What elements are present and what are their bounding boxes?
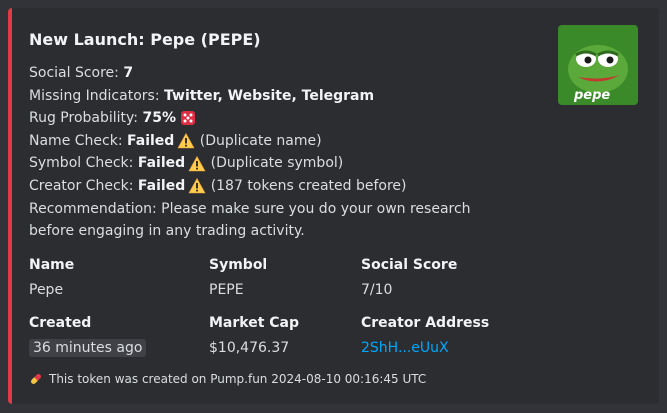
symbol-check-value: Failed — [137, 155, 186, 172]
field-creator-address-label: Creator Address — [361, 315, 490, 331]
missing-indicators-label: Missing Indicators: — [29, 87, 160, 104]
symbol-check-label: Symbol Check: — [29, 155, 134, 172]
field-social-score-value: 7/10 — [361, 282, 393, 298]
missing-indicators-line: Missing Indicators: Twitter, Website, Te… — [29, 85, 471, 108]
missing-indicators-value: Twitter, Website, Telegram — [164, 87, 375, 104]
field-name-label: Name — [29, 257, 75, 273]
rug-probability-line: Rug Probability: 75% — [29, 107, 471, 130]
field-market-cap-value: $10,476.37 — [209, 340, 290, 356]
warning-icon — [188, 178, 206, 194]
creator-check-value: Failed — [137, 177, 186, 194]
pill-icon — [31, 374, 41, 384]
name-check-label: Name Check: — [29, 132, 123, 149]
field-symbol-label: Symbol — [209, 257, 268, 273]
field-name-value: Pepe — [29, 282, 64, 298]
symbol-check-note: (Duplicate symbol) — [210, 155, 344, 172]
creator-address-link[interactable]: 2ShH...eUuX — [361, 340, 449, 356]
thumbnail-caption: pepe — [573, 88, 610, 103]
recommendation-line-1: Recommendation: Please make sure you do … — [29, 200, 471, 217]
warning-icon — [177, 132, 195, 149]
name-check-note: (Duplicate name) — [199, 132, 322, 149]
name-check-line: Name Check: Failed (Duplicate name) — [29, 130, 471, 153]
creator-check-label: Creator Check: — [29, 177, 134, 194]
footer-text: This token was created on Pump.fun 2024-… — [49, 372, 427, 386]
recommendation-line-2: before engaging in any trading activity. — [29, 223, 305, 240]
social-score-line: Social Score: 7 — [29, 62, 471, 85]
embed-title: New Launch: Pepe (PEPE) — [29, 30, 261, 49]
name-check-value: Failed — [127, 132, 175, 149]
token-thumbnail[interactable]: pepe — [558, 25, 638, 105]
dice-icon — [180, 111, 195, 126]
field-created-label: Created — [29, 315, 92, 331]
social-score-label: Social Score: — [29, 65, 119, 81]
embed-description: Social Score: 7 Missing Indicators: Twit… — [29, 62, 471, 243]
field-social-score-label: Social Score — [361, 257, 458, 273]
symbol-check-line: Symbol Check: Failed (Duplicate symbol) — [29, 152, 471, 175]
creator-check-note: (187 tokens created before) — [210, 177, 407, 194]
field-symbol-value: PEPE — [209, 282, 244, 298]
token-launch-embed: New Launch: Pepe (PEPE) pepe Social Scor… — [8, 8, 659, 404]
rug-probability-value: 75% — [142, 110, 176, 127]
embed-footer: This token was created on Pump.fun 2024-… — [29, 372, 426, 386]
rug-probability-label: Rug Probability: — [29, 110, 139, 127]
created-timestamp[interactable]: 36 minutes ago — [29, 339, 147, 357]
warning-icon — [188, 155, 206, 171]
pepe-frog-logo: pepe — [558, 25, 638, 105]
creator-check-line: Creator Check: Failed (187 tokens create… — [29, 175, 471, 198]
field-market-cap-label: Market Cap — [209, 315, 300, 331]
social-score-value: 7 — [123, 65, 134, 81]
